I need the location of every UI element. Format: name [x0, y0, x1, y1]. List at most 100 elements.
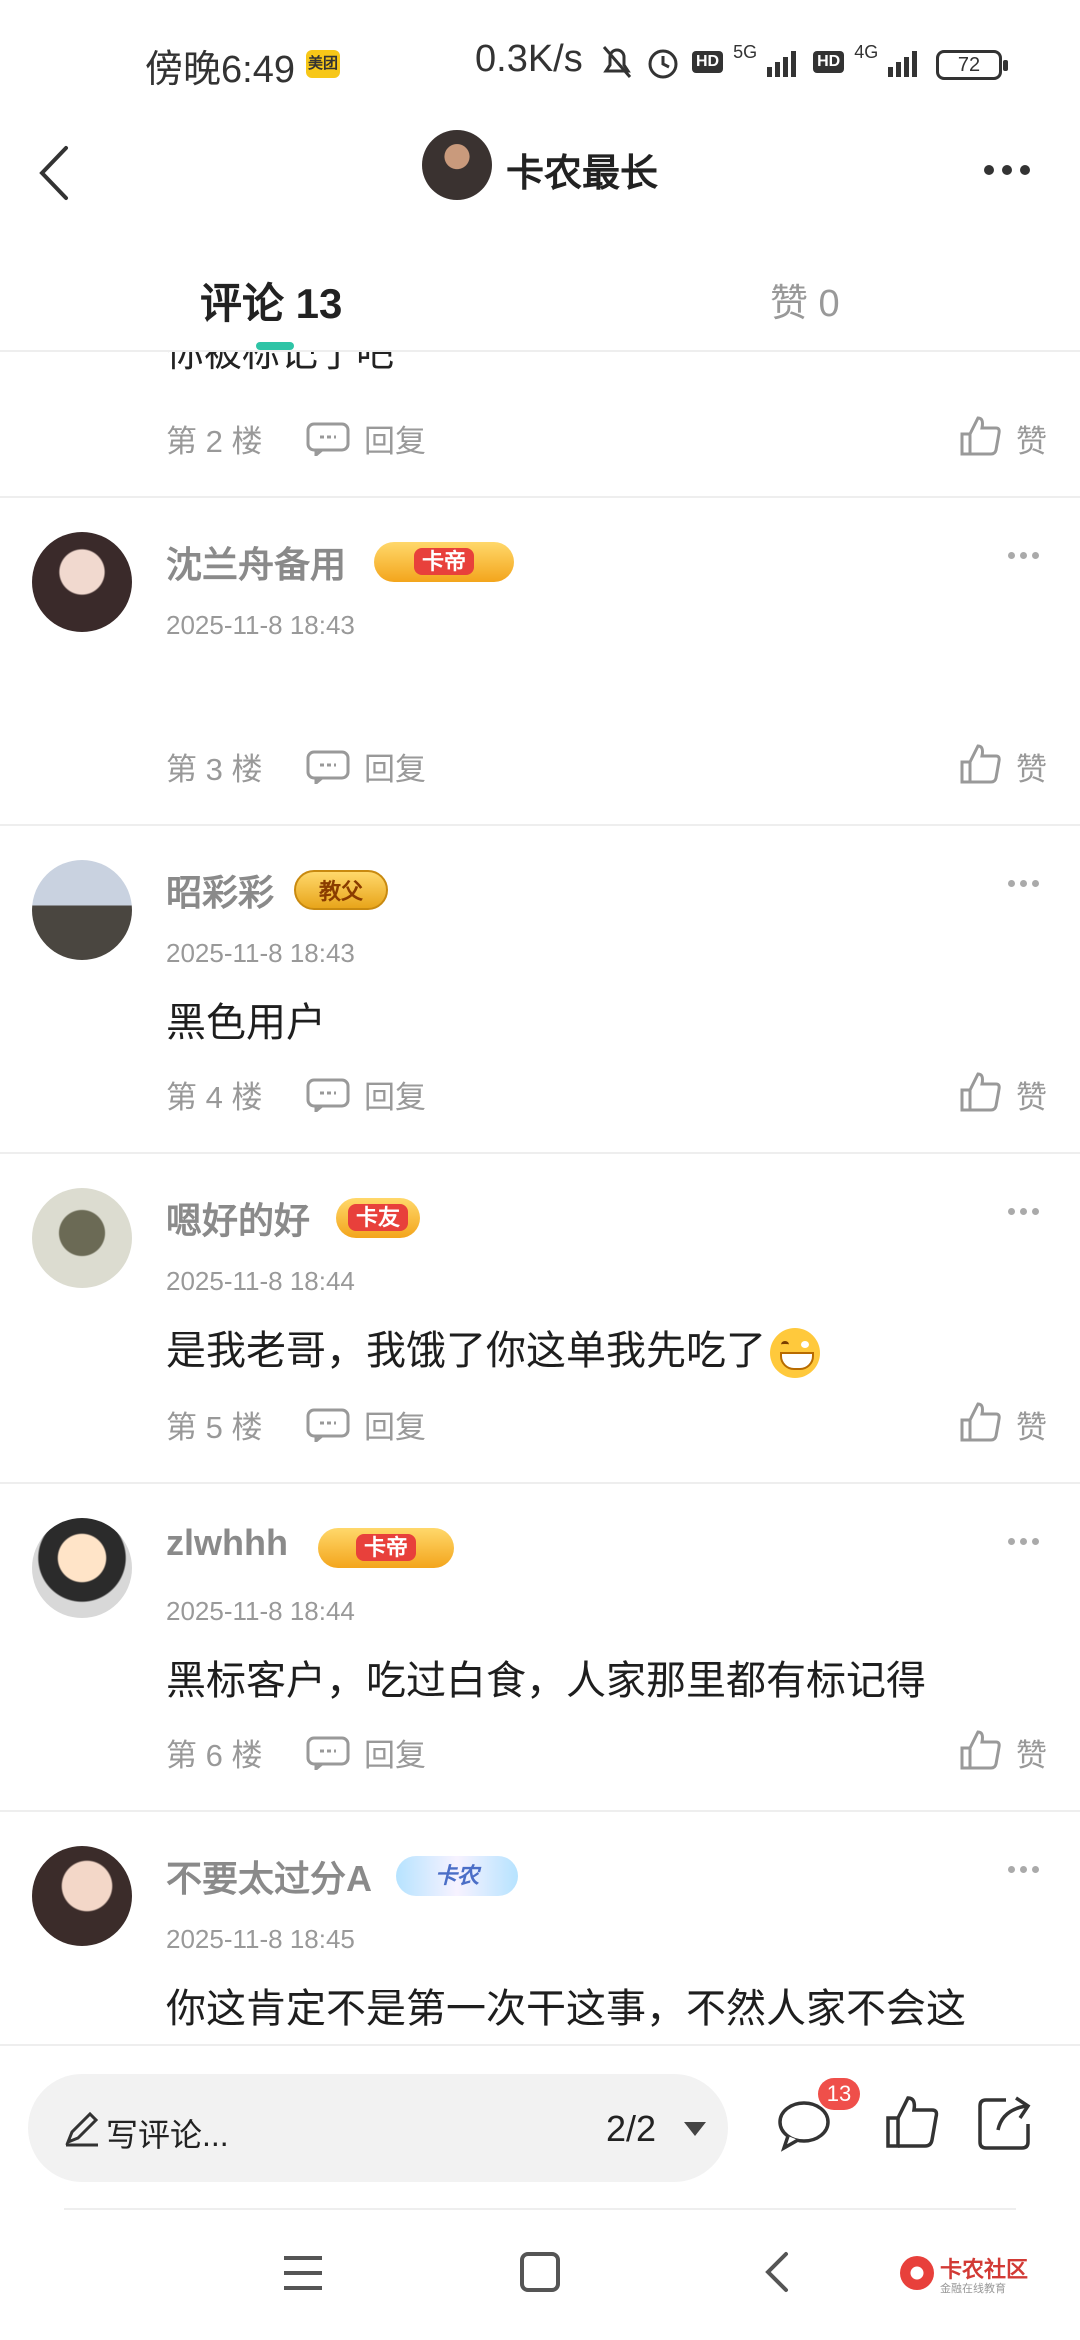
comment-list[interactable]: 你被标记了吧 第 2 楼 回复 赞 沈兰舟备用 卡帝 2025-11-8 18:… [0, 352, 1080, 2044]
comment-timestamp: 2025-11-8 18:44 [166, 1596, 355, 1626]
comment-item: 嗯好的好 卡友 2025-11-8 18:44 是我老哥，我饿了你这单我先吃了 … [0, 1152, 1080, 1482]
tab-comments[interactable]: 评论 13 [200, 270, 342, 331]
comment-content-clipped: 你被标记了吧 [166, 352, 395, 375]
network-4g: 4G [854, 41, 879, 62]
user-badge: 卡农 [396, 1856, 518, 1896]
signal-icon-1 [767, 51, 797, 77]
badge-text: 卡帝 [355, 1534, 416, 1561]
network-5g: 5G [733, 41, 758, 62]
comment-content: 你这肯定不是第一次干这事，不然人家不会这 [166, 1987, 966, 2031]
badge-text: 卡友 [347, 1204, 408, 1231]
floor-number: 第 5 楼 [166, 1410, 263, 1445]
reply-label[interactable]: 回复 [364, 416, 426, 461]
reply-icon[interactable] [306, 422, 350, 456]
comment-item: 不要太过分A 卡农 2025-11-8 18:45 你这肯定不是第一次干这事，不… [0, 1810, 1080, 2044]
write-comment-placeholder: 写评论... [106, 2117, 229, 2153]
comment-timestamp: 2025-11-8 18:45 [166, 1924, 355, 1954]
hd-badge-2: HD [813, 51, 845, 73]
username[interactable]: 嗯好的好 [166, 1192, 310, 1244]
status-icons: HD 5G HD 4G [600, 40, 924, 84]
username[interactable]: 昭彩彩 [166, 864, 274, 916]
tab-active-indicator [256, 342, 294, 350]
comment-more-icon[interactable] [1008, 1866, 1039, 1873]
comment-content: 黑标客户，吃过白食，人家那里都有标记得 [166, 1659, 926, 1703]
bottom-action-bar: 写评论... 2/2 13 [0, 2044, 1080, 2204]
back-arrow-icon[interactable] [22, 138, 92, 208]
like-label[interactable]: 赞 [1016, 1730, 1047, 1775]
system-nav-bar: 卡农社区 金融在线教育 [0, 2204, 1080, 2340]
status-bar: 傍晚6:49 美团 0.3K/s HD 5G HD 4G 72 [0, 0, 1080, 120]
header-title[interactable]: 卡农最长 [506, 142, 658, 197]
top-header: 卡农最长 [0, 120, 1080, 230]
comment-timestamp: 2025-11-8 18:43 [166, 610, 355, 640]
mute-icon [602, 46, 632, 78]
floor-number: 第 2 楼 [166, 424, 263, 459]
user-avatar[interactable] [32, 1518, 132, 1618]
share-icon[interactable] [976, 2094, 1034, 2152]
status-time: 傍晚6:49 [145, 49, 295, 91]
user-avatar[interactable] [32, 1188, 132, 1288]
like-label[interactable]: 赞 [1016, 1402, 1047, 1447]
user-avatar[interactable] [32, 532, 132, 632]
reply-label[interactable]: 回复 [364, 744, 426, 789]
comment-content: 黑色用户 [166, 1001, 326, 1045]
user-avatar[interactable] [32, 1846, 132, 1946]
comment-more-icon[interactable] [1008, 1538, 1039, 1545]
reply-label[interactable]: 回复 [364, 1072, 426, 1117]
comment-more-icon[interactable] [1008, 880, 1039, 887]
watermark-logo: 卡农社区 金融在线教育 [900, 2252, 1040, 2302]
comment-content-line: 是我老哥，我饿了你这单我先吃了 [166, 1318, 820, 1379]
user-badge: 卡帝 [374, 542, 514, 582]
menu-icon[interactable] [282, 2254, 324, 2292]
reply-icon[interactable] [306, 1408, 350, 1442]
comment-tabs: 评论 13 赞 0 [0, 256, 1080, 352]
reply-icon[interactable] [306, 1078, 350, 1112]
comment-timestamp: 2025-11-8 18:44 [166, 1266, 355, 1296]
like-label[interactable]: 赞 [1016, 1072, 1047, 1117]
watermark-subtext: 金融在线教育 [940, 2283, 1006, 2295]
username[interactable]: 沈兰舟备用 [166, 536, 346, 588]
like-icon[interactable] [958, 1070, 1002, 1114]
user-badge: 卡帝 [318, 1528, 454, 1568]
pen-icon [65, 2111, 99, 2147]
battery-indicator: 72 [936, 50, 1008, 80]
signal-icon-2 [888, 51, 918, 77]
reply-label[interactable]: 回复 [364, 1402, 426, 1447]
like-icon[interactable] [958, 1400, 1002, 1444]
net-speed: 0.3K/s [475, 38, 583, 80]
hd-badge-1: HD [692, 51, 724, 73]
comment-more-icon[interactable] [1008, 552, 1039, 559]
floor-number: 第 3 楼 [166, 752, 263, 787]
author-avatar[interactable] [422, 130, 492, 200]
kanong-logo-icon [900, 2256, 934, 2290]
like-label[interactable]: 赞 [1016, 416, 1047, 461]
tab-likes[interactable]: 赞 0 [770, 272, 840, 327]
comment-item: 昭彩彩 教父 2025-11-8 18:43 黑色用户 第 4 楼 回复 赞 [0, 824, 1080, 1152]
write-comment-input[interactable]: 写评论... 2/2 [28, 2074, 728, 2182]
reply-icon[interactable] [306, 750, 350, 784]
reply-label[interactable]: 回复 [364, 1730, 426, 1775]
like-icon[interactable] [958, 742, 1002, 786]
username[interactable]: zlwhhh [166, 1522, 288, 1564]
home-icon[interactable] [520, 2252, 560, 2292]
user-badge: 教父 [294, 870, 388, 910]
thumbs-up-icon[interactable] [884, 2094, 940, 2150]
reply-icon[interactable] [306, 1736, 350, 1770]
comment-item: zlwhhh 卡帝 2025-11-8 18:44 黑标客户，吃过白食，人家那里… [0, 1482, 1080, 1810]
comment-timestamp: 2025-11-8 18:43 [166, 938, 355, 968]
like-icon[interactable] [958, 1728, 1002, 1772]
comment-more-icon[interactable] [1008, 1208, 1039, 1215]
alarm-icon [648, 49, 678, 79]
comment-item: 沈兰舟备用 卡帝 2025-11-8 18:43 第 3 楼 回复 赞 [0, 496, 1080, 824]
more-options-icon[interactable] [984, 150, 1044, 190]
comment-count-badge: 13 [818, 2078, 860, 2110]
user-avatar[interactable] [32, 860, 132, 960]
comment-content: 是我老哥，我饿了你这单我先吃了 [166, 1329, 766, 1373]
nav-back-icon[interactable] [758, 2250, 798, 2294]
like-label[interactable]: 赞 [1016, 744, 1047, 789]
like-icon[interactable] [958, 414, 1002, 458]
divider [64, 2208, 1016, 2210]
caret-down-icon[interactable] [684, 2122, 706, 2136]
page-indicator[interactable]: 2/2 [606, 2108, 656, 2150]
username[interactable]: 不要太过分A [166, 1850, 372, 1902]
